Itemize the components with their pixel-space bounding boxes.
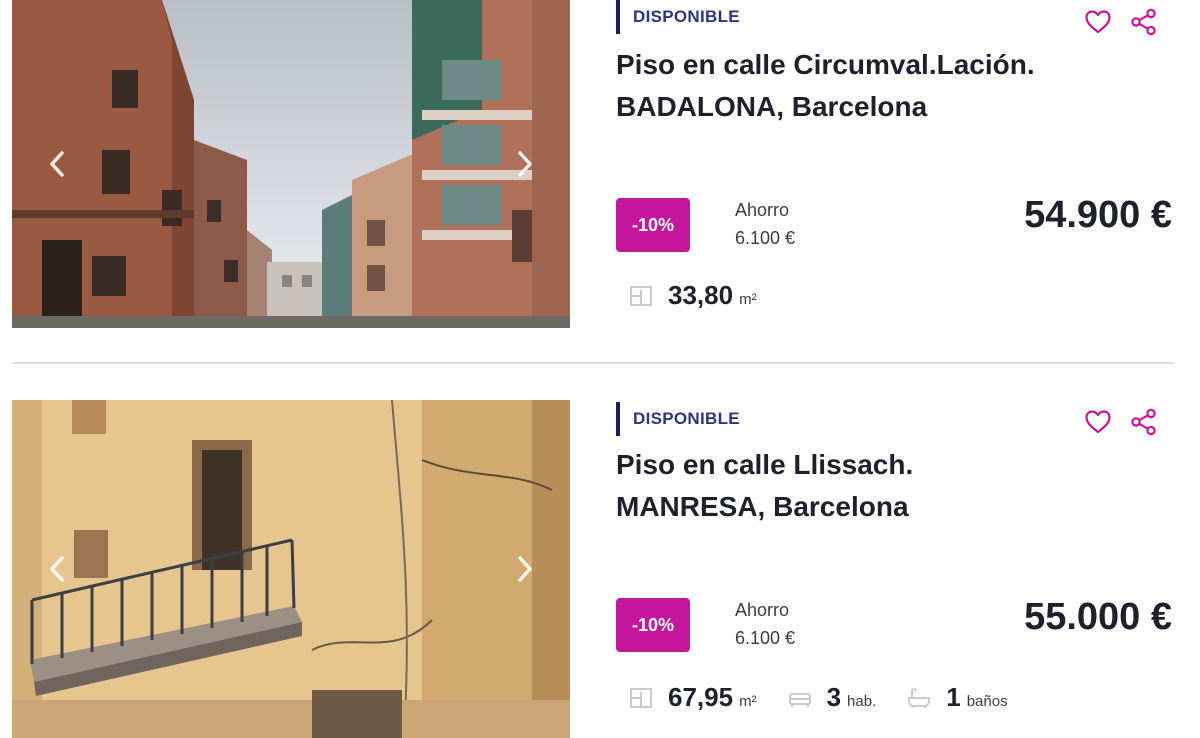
- prev-photo-button[interactable]: [42, 144, 72, 184]
- price: 55.000 €: [1024, 596, 1172, 638]
- chevron-left-icon: [50, 151, 64, 177]
- chevron-right-icon: [518, 151, 532, 177]
- listing-card[interactable]: DISPONIBLE Piso en calle Circumval.Lació…: [0, 0, 1200, 340]
- floorplan-icon: [630, 687, 652, 708]
- status-bar: [616, 0, 620, 34]
- saving-info: Ahorro 6.100 €: [735, 596, 795, 652]
- share-icon[interactable]: [1130, 8, 1158, 36]
- listing-card[interactable]: DISPONIBLE Piso en calle Llissach. MANRE…: [0, 400, 1200, 738]
- feature-area: 33,80 m²: [628, 280, 757, 311]
- listing-divider: [12, 362, 1174, 364]
- title-line-2: MANRESA, Barcelona: [616, 491, 909, 522]
- area-value: 33,80: [668, 280, 734, 310]
- status-text: DISPONIBLE: [633, 7, 740, 26]
- baths-value: 1: [946, 682, 961, 712]
- building-photo-facade: [12, 400, 570, 738]
- title-line-1: Piso en calle Circumval.Lación.: [616, 49, 1035, 80]
- feature-list: 67,95 m² 3 hab. 1 baños: [628, 682, 1038, 713]
- area-unit: m²: [739, 291, 757, 308]
- chevron-left-icon: [50, 556, 64, 582]
- card-actions: [1084, 8, 1158, 36]
- status-text: DISPONIBLE: [633, 409, 740, 428]
- next-photo-button[interactable]: [510, 549, 540, 589]
- bed-icon: [788, 692, 811, 707]
- area-unit: m²: [739, 693, 757, 710]
- heart-icon[interactable]: [1084, 408, 1112, 436]
- feature-list: 33,80 m²: [628, 280, 787, 311]
- listing-photo[interactable]: [12, 400, 570, 738]
- card-actions: [1084, 408, 1158, 436]
- status-badge: DISPONIBLE: [616, 402, 740, 436]
- next-photo-button[interactable]: [510, 144, 540, 184]
- saving-amount: 6.100 €: [735, 628, 796, 648]
- baths-unit: baños: [966, 693, 1008, 710]
- discount-badge: -10%: [616, 598, 690, 652]
- listing-title[interactable]: Piso en calle Circumval.Lación. BADALONA…: [616, 44, 1035, 128]
- discount-badge: -10%: [616, 198, 690, 252]
- rooms-value: 3: [826, 682, 842, 712]
- title-line-2: BADALONA, Barcelona: [616, 91, 928, 122]
- listing-title[interactable]: Piso en calle Llissach. MANRESA, Barcelo…: [616, 444, 913, 528]
- heart-icon[interactable]: [1084, 8, 1112, 36]
- saving-label: Ahorro: [735, 600, 790, 620]
- feature-baths: 1 baños: [906, 682, 1008, 713]
- saving-amount: 6.100 €: [735, 228, 796, 248]
- chevron-right-icon: [518, 556, 532, 582]
- area-value: 67,95: [668, 682, 734, 712]
- status-badge: DISPONIBLE: [616, 0, 740, 34]
- feature-area: 67,95 m²: [628, 682, 757, 713]
- saving-info: Ahorro 6.100 €: [735, 196, 795, 252]
- building-photo-street: [12, 0, 570, 328]
- share-icon[interactable]: [1130, 408, 1158, 436]
- rooms-unit: hab.: [847, 693, 877, 710]
- floorplan-icon: [630, 285, 652, 306]
- bathtub-icon: [908, 687, 931, 708]
- prev-photo-button[interactable]: [42, 549, 72, 589]
- feature-rooms: 3 hab.: [787, 682, 877, 713]
- status-bar: [616, 402, 620, 436]
- saving-label: Ahorro: [735, 200, 790, 220]
- price: 54.900 €: [1024, 194, 1172, 236]
- listing-photo[interactable]: [12, 0, 570, 328]
- title-line-1: Piso en calle Llissach.: [616, 449, 914, 480]
